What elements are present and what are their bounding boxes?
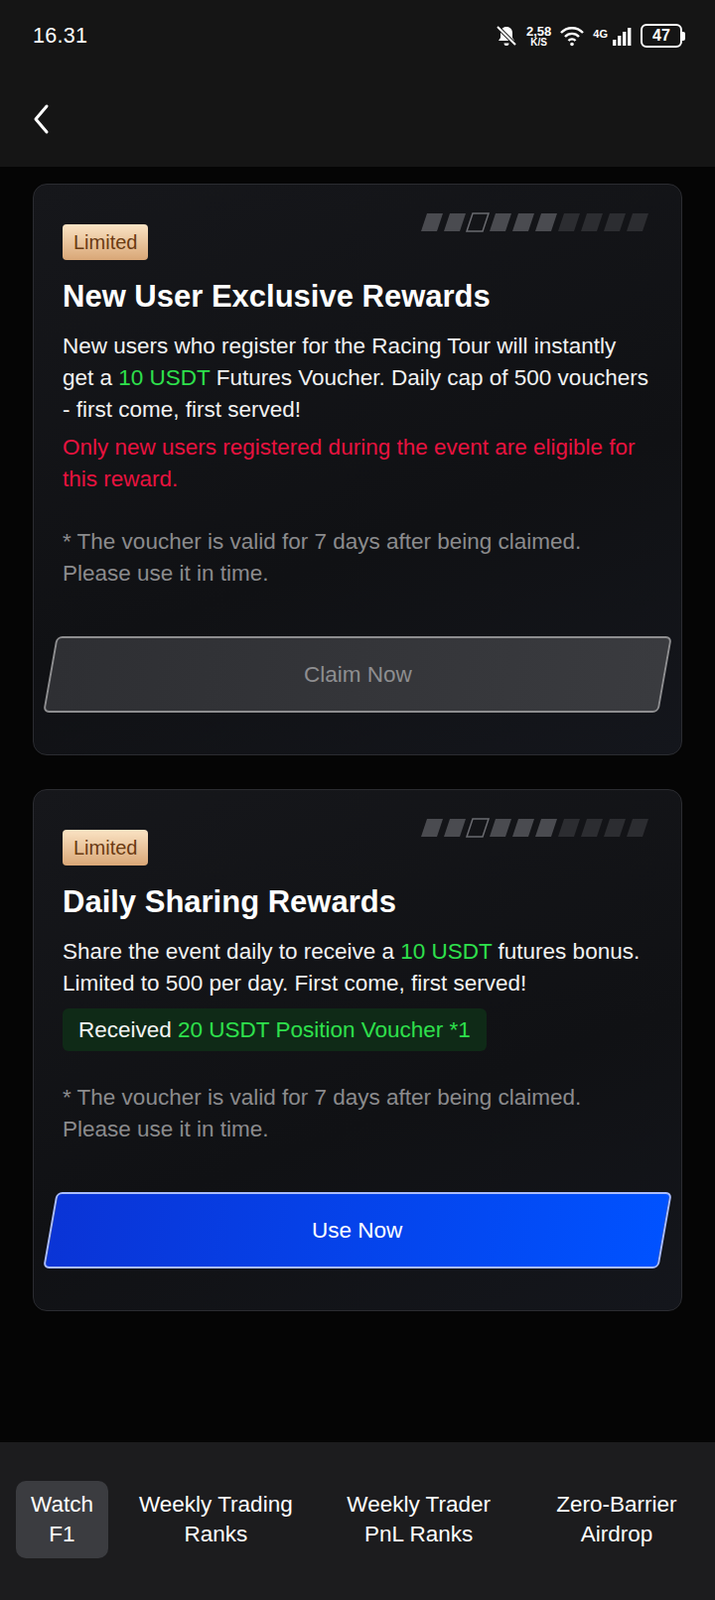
bell-off-icon [494, 23, 519, 48]
wifi-icon [559, 23, 585, 48]
received-label: Received [78, 1017, 172, 1043]
limited-badge: Limited [62, 224, 148, 261]
data-speed: 2,58K/S [526, 24, 552, 48]
description-part: Share the event daily to receive a [62, 939, 401, 965]
battery: 47 [640, 23, 686, 48]
card-description: New users who register for the Racing To… [62, 330, 653, 427]
tab[interactable]: Weekly Trader PnL Ranks [323, 1481, 515, 1560]
stripe-decoration-icon [411, 818, 650, 839]
card-title: New User Exclusive Rewards [62, 278, 653, 317]
tab-label: Zero-Barrier Airdrop [556, 1492, 677, 1548]
speed-unit: K/S [526, 37, 552, 48]
tab-label: Watch F1 [30, 1492, 94, 1548]
eligibility-warning: Only new users registered during the eve… [62, 431, 653, 496]
tab[interactable]: Zero-Barrier Airdrop [532, 1481, 702, 1560]
nav-bar [0, 71, 715, 167]
validity-note: * The voucher is valid for 7 days after … [62, 1082, 653, 1146]
limited-badge: Limited [62, 830, 148, 866]
battery-nub [682, 31, 686, 41]
network-type: 4G [592, 25, 608, 43]
button-row: Use Now [49, 1192, 666, 1270]
status-bar: 16.31 2,58K/S 4G 47 [0, 0, 715, 72]
received-voucher: Received 20 USDT Position Voucher *1 [62, 1008, 487, 1052]
tab-label: Weekly Trader PnL Ranks [346, 1492, 491, 1548]
description-part: 10 USDT [118, 365, 210, 391]
card-title: Daily Sharing Rewards [62, 883, 653, 923]
top-area: 16.31 2,58K/S 4G 47 [0, 0, 715, 167]
card-description: Share the event daily to receive a 10 US… [62, 936, 653, 1001]
button-row: Claim Now [49, 636, 666, 714]
tab[interactable]: Weekly Trading Ranks [126, 1481, 305, 1560]
bottom-tab-bar: Watch F1 Weekly Trading Ranks Weekly Trade… [0, 1442, 715, 1600]
reward-card: Limited Daily Sharing Rewards Share the ev… [32, 789, 683, 1312]
back-icon[interactable] [29, 102, 52, 137]
button-label: Claim Now [303, 657, 413, 692]
stripe-decoration-icon [411, 212, 650, 233]
tab[interactable]: Watch F1 [15, 1481, 109, 1560]
speed-value: 2,58 [526, 24, 552, 38]
tab-label: Weekly Trading Ranks [139, 1492, 293, 1548]
claim-button: Claim Now [42, 636, 673, 714]
use-button[interactable]: Use Now [42, 1192, 673, 1270]
battery-level: 47 [640, 23, 683, 48]
description-part: 10 USDT [400, 939, 492, 965]
status-time: 16.31 [32, 19, 88, 52]
signal-icon [611, 24, 633, 47]
received-value: 20 USDT Position Voucher *1 [177, 1017, 471, 1043]
content: Limited New User Exclusive Rewards New use… [0, 166, 715, 1443]
reward-card: Limited New User Exclusive Rewards New use… [32, 183, 683, 756]
status-icons: 2,58K/S 4G 47 [494, 23, 686, 48]
validity-note: * The voucher is valid for 7 days after … [62, 526, 653, 590]
button-label: Use Now [311, 1213, 403, 1248]
